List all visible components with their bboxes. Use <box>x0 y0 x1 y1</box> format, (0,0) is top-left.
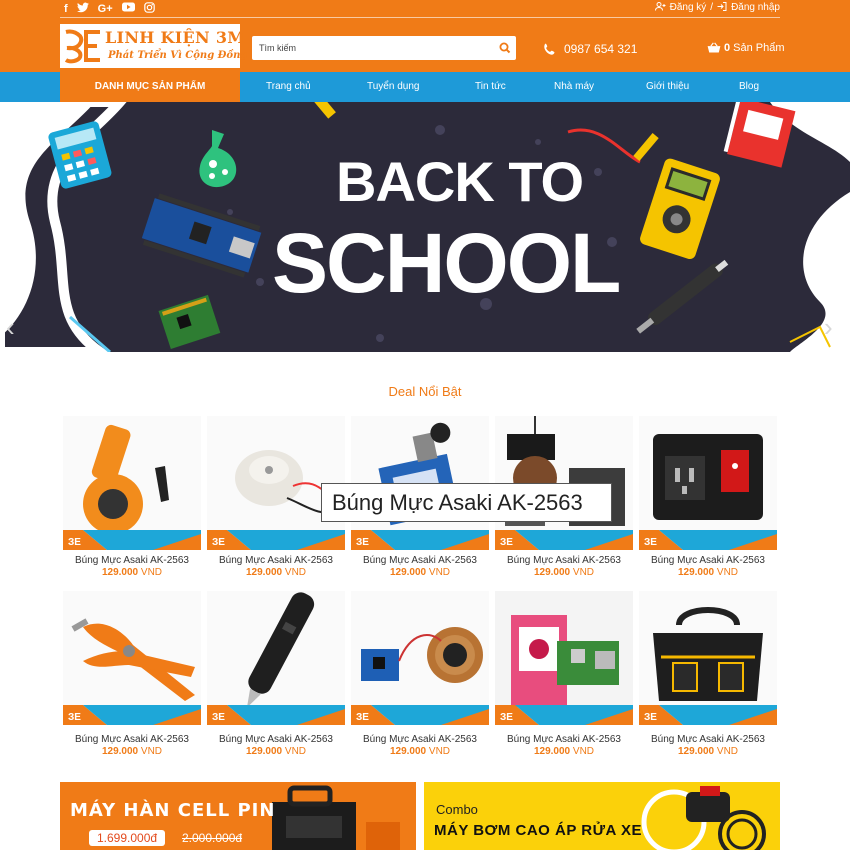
promo-left-price: 1.699.000đ <box>89 830 166 846</box>
google-plus-icon[interactable]: G+ <box>98 2 113 16</box>
nav-item-careers[interactable]: Tuyển dụng <box>367 72 419 102</box>
product-image[interactable]: ЗЕ <box>63 416 201 550</box>
promo-right-combo: Combo <box>436 802 478 817</box>
brand-ribbon: ЗЕ <box>639 705 777 725</box>
product-image[interactable]: ЗЕ <box>207 591 345 725</box>
product-price: 129.000 VND <box>533 567 595 578</box>
nav-item-news[interactable]: Tin tức <box>475 72 506 102</box>
product-name[interactable]: Búng Mực Asaki AK-2563 <box>495 555 633 566</box>
nav-item-about[interactable]: Giới thiệu <box>646 72 689 102</box>
product-name[interactable]: Búng Mực Asaki AK-2563 <box>639 734 777 745</box>
social-links: f G+ <box>64 1 155 17</box>
product-price: 129.000 VND <box>101 567 163 578</box>
product-image[interactable]: ЗЕ <box>639 591 777 725</box>
brand-ribbon: ЗЕ <box>63 530 201 550</box>
user-plus-icon <box>654 2 666 15</box>
instagram-icon[interactable] <box>143 1 155 17</box>
login-link[interactable]: Đăng nhập <box>731 2 780 15</box>
facebook-icon[interactable]: f <box>64 2 68 16</box>
promo-right-title: MÁY BƠM CAO ÁP RỬA XE <box>434 822 642 839</box>
product-name[interactable]: Búng Mực Asaki AK-2563 <box>351 734 489 745</box>
svg-text:ЗЕ: ЗЕ <box>500 537 513 548</box>
account-links: Đăng ký / Đăng nhập <box>654 2 780 15</box>
carousel-next-icon[interactable]: › <box>824 314 833 340</box>
brand-ribbon: ЗЕ <box>639 530 777 550</box>
banner-line-1: BACK TO <box>336 150 584 213</box>
product-price: 129.000 VND <box>677 746 739 757</box>
brand-ribbon: ЗЕ <box>495 705 633 725</box>
brand-ribbon: ЗЕ <box>63 705 201 725</box>
banner-line-2: SCHOOL <box>272 216 621 310</box>
product-price: 129.000 VND <box>389 567 451 578</box>
product-name[interactable]: Búng Mực Asaki AK-2563 <box>495 734 633 745</box>
product-name[interactable]: Búng Mực Asaki AK-2563 <box>351 555 489 566</box>
product-price: 129.000 VND <box>677 567 739 578</box>
account-separator: / <box>710 2 714 13</box>
product-image[interactable]: ЗЕ <box>351 591 489 725</box>
svg-text:ЗЕ: ЗЕ <box>356 537 369 548</box>
youtube-icon[interactable] <box>121 2 135 16</box>
promo-left-title: MÁY HÀN CELL PIN <box>70 800 276 821</box>
deals-section-title: Deal Nổi Bật <box>388 384 462 399</box>
search-input[interactable] <box>252 36 492 60</box>
basket-icon <box>707 42 721 53</box>
category-menu-button[interactable]: DANH MỤC SẢN PHẨM <box>60 72 240 102</box>
site-logo[interactable]: LINH KIỆN 3M Phát Triển Vì Cộng Đồng <box>60 24 247 68</box>
product-price: 129.000 VND <box>101 746 163 757</box>
search-box <box>252 36 516 60</box>
cart[interactable]: 0 Sản Phẩm <box>707 42 785 54</box>
product-name[interactable]: Búng Mực Asaki AK-2563 <box>63 555 201 566</box>
logo-subtitle: Phát Triển Vì Cộng Đồng <box>108 50 248 61</box>
promo-banner-pump[interactable]: Combo MÁY BƠM CAO ÁP RỬA XE <box>424 782 780 850</box>
promo-left-old-price: 2.000.000đ <box>182 831 243 845</box>
product-image[interactable]: ЗЕ <box>495 591 633 725</box>
product-price: 129.000 VND <box>533 746 595 757</box>
header-divider <box>60 17 780 18</box>
brand-ribbon: ЗЕ <box>207 705 345 725</box>
product-price: 129.000 VND <box>389 746 451 757</box>
product-name[interactable]: Búng Mực Asaki AK-2563 <box>207 555 345 566</box>
twitter-icon[interactable] <box>76 2 89 17</box>
site-header: f G+ Đăng ký / Đăng nhập LINH KIỆN 3M Ph… <box>0 0 850 72</box>
cart-count: 0 <box>724 42 731 54</box>
product-price: 129.000 VND <box>245 746 307 757</box>
search-icon[interactable] <box>498 41 512 55</box>
hero-banner[interactable]: BACK TO SCHOOL ‹ › <box>0 102 850 352</box>
product-name[interactable]: Búng Mực Asaki AK-2563 <box>639 555 777 566</box>
svg-text:ЗЕ: ЗЕ <box>500 712 513 723</box>
hotline[interactable]: 0987 654 321 <box>543 42 637 56</box>
promo-banner-welder[interactable]: MÁY HÀN CELL PIN 1.699.000đ 2.000.000đ <box>60 782 416 850</box>
product-price: 129.000 VND <box>245 567 307 578</box>
svg-text:ЗЕ: ЗЕ <box>68 537 81 548</box>
brand-ribbon: ЗЕ <box>351 705 489 725</box>
brand-ribbon: ЗЕ <box>495 530 633 550</box>
nav-item-factory[interactable]: Nhà máy <box>554 72 594 102</box>
register-link[interactable]: Đăng ký <box>670 2 707 15</box>
svg-text:ЗЕ: ЗЕ <box>212 712 225 723</box>
brand-ribbon: ЗЕ <box>351 530 489 550</box>
nav-item-blog[interactable]: Blog <box>739 72 759 102</box>
hotline-number: 0987 654 321 <box>564 42 638 56</box>
product-tooltip: Búng Mực Asaki AK-2563 <box>321 483 612 522</box>
main-nav: DANH MỤC SẢN PHẨM Trang chủ Tuyển dụng T… <box>0 72 850 102</box>
brand-ribbon: ЗЕ <box>207 530 345 550</box>
logo-mark-icon <box>64 29 100 64</box>
logo-title: LINH KIỆN 3M <box>105 28 246 47</box>
phone-icon <box>544 43 555 55</box>
nav-item-home[interactable]: Trang chủ <box>266 72 311 102</box>
svg-text:ЗЕ: ЗЕ <box>644 537 657 548</box>
svg-text:ЗЕ: ЗЕ <box>212 537 225 548</box>
product-image[interactable]: ЗЕ <box>63 591 201 725</box>
product-name[interactable]: Búng Mực Asaki AK-2563 <box>207 734 345 745</box>
carousel-prev-icon[interactable]: ‹ <box>6 314 15 340</box>
cart-label: Sản Phẩm <box>733 42 785 54</box>
svg-text:ЗЕ: ЗЕ <box>356 712 369 723</box>
sign-in-icon <box>717 2 727 15</box>
banner-headline: BACK TO SCHOOL <box>0 102 850 352</box>
product-name[interactable]: Búng Mực Asaki AK-2563 <box>63 734 201 745</box>
product-image[interactable]: ЗЕ <box>639 416 777 550</box>
svg-text:ЗЕ: ЗЕ <box>68 712 81 723</box>
svg-text:ЗЕ: ЗЕ <box>644 712 657 723</box>
